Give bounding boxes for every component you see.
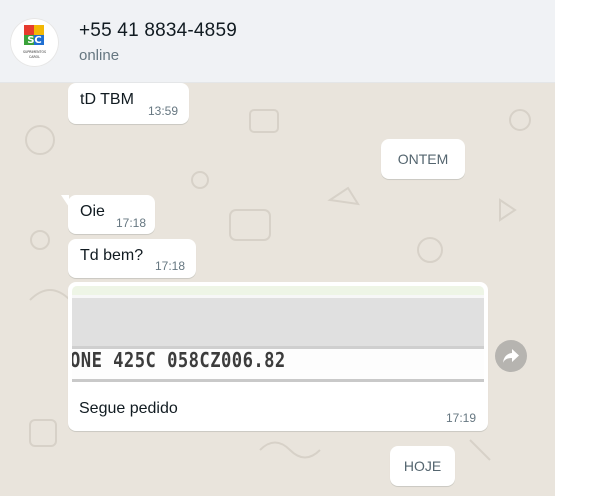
chat-panel: SC SUPRIMENTOS CAROL +55 41 8834-4859 on… [0, 0, 555, 496]
message-text: tD TBM [80, 91, 134, 108]
message-time: 17:19 [446, 411, 477, 425]
date-divider-today: HOJE [390, 446, 455, 486]
message-time: 17:18 [116, 216, 147, 230]
forward-icon [503, 349, 519, 363]
message-text: Td bem? [80, 247, 144, 264]
image-band [72, 298, 484, 346]
message-bubble[interactable]: tD TBM 13:59 [68, 83, 189, 124]
image-band [72, 286, 484, 295]
message-time: 17:18 [155, 259, 186, 273]
logo-icon: SC SUPRIMENTOS CAROL [23, 25, 46, 59]
forward-button[interactable] [495, 340, 527, 372]
svg-text:CAROL: CAROL [29, 55, 40, 59]
image-message-bubble[interactable]: ONE 425C 058CZ006.82 Segue pedido 17:19 [68, 282, 488, 431]
bubble-tail [61, 195, 69, 207]
message-time: 13:59 [148, 104, 179, 118]
chat-header[interactable]: SC SUPRIMENTOS CAROL +55 41 8834-4859 on… [0, 0, 555, 83]
contact-name[interactable]: +55 41 8834-4859 [79, 20, 237, 42]
message-bubble[interactable]: Td bem? 17:18 [68, 239, 196, 278]
image-caption: Segue pedido [79, 400, 178, 417]
svg-text:SUPRIMENTOS: SUPRIMENTOS [23, 50, 46, 54]
contact-avatar[interactable]: SC SUPRIMENTOS CAROL [10, 18, 59, 67]
image-rule [72, 379, 484, 382]
message-image[interactable]: ONE 425C 058CZ006.82 [72, 286, 484, 382]
message-bubble[interactable]: Oie 17:18 [61, 195, 155, 234]
svg-text:SC: SC [27, 35, 42, 46]
date-divider-yesterday: ONTEM [381, 139, 465, 179]
message-text: Oie [80, 203, 105, 220]
page-margin [555, 0, 598, 496]
contact-status: online [79, 47, 120, 64]
image-text: ONE 425C 058CZ006.82 [72, 348, 286, 372]
